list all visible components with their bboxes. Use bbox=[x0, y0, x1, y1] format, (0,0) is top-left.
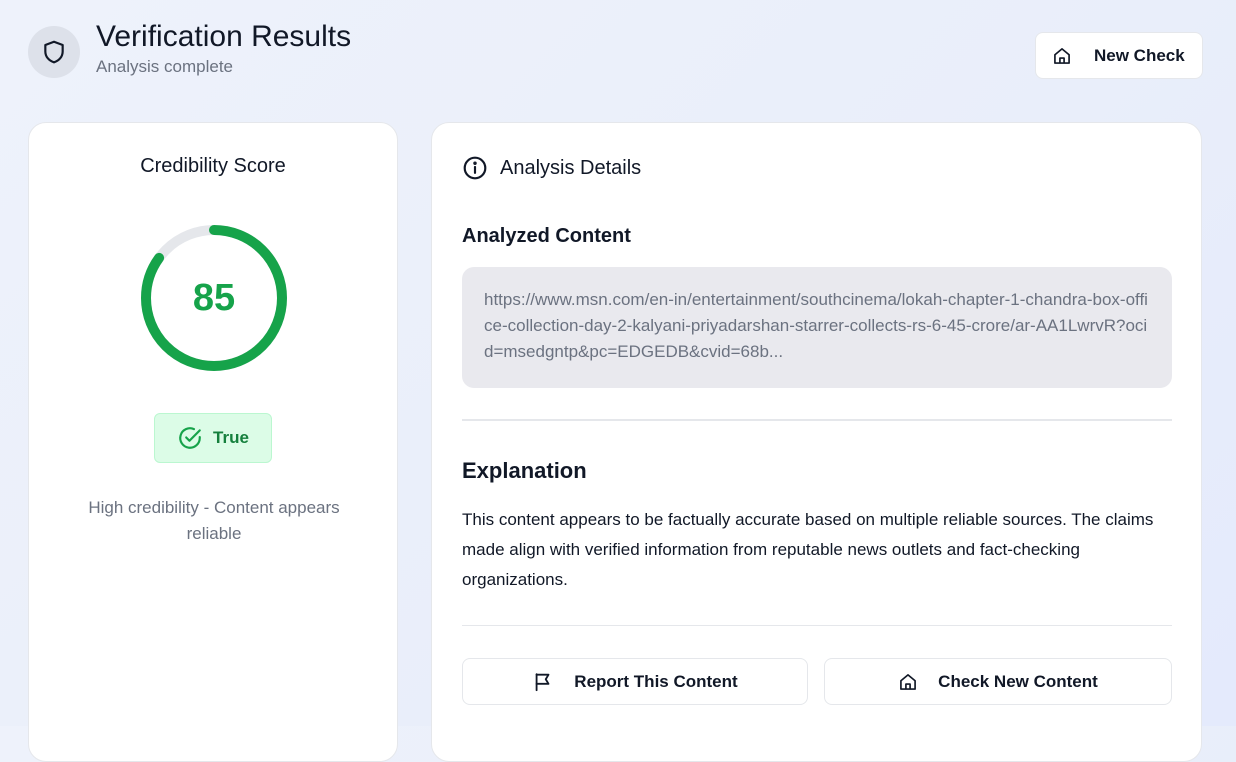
section-divider bbox=[462, 419, 1172, 421]
check-new-content-label: Check New Content bbox=[938, 671, 1098, 691]
analysis-details-card: Analysis Details Analyzed Content https:… bbox=[431, 122, 1202, 762]
score-card-title: Credibility Score bbox=[140, 155, 286, 177]
new-check-label: New Check bbox=[1094, 45, 1185, 65]
verdict-label: True bbox=[213, 428, 249, 447]
details-header: Analysis Details bbox=[462, 155, 641, 181]
shield-icon bbox=[44, 40, 64, 64]
home-icon bbox=[900, 673, 917, 690]
report-content-label: Report This Content bbox=[574, 671, 738, 691]
credibility-score-card: Credibility Score 85 True High credibili… bbox=[28, 122, 398, 762]
flag-icon bbox=[535, 672, 550, 691]
page-header: Verification Results Analysis complete bbox=[28, 20, 351, 78]
home-icon bbox=[1054, 47, 1070, 64]
verdict-badge: True bbox=[154, 413, 272, 463]
check-new-content-button[interactable]: Check New Content bbox=[824, 658, 1172, 705]
explanation-text: This content appears to be factually acc… bbox=[462, 510, 1154, 589]
details-header-label: Analysis Details bbox=[500, 156, 642, 179]
analyzed-content-box: https://www.msn.com/en-in/entertainment/… bbox=[462, 267, 1172, 388]
page-title: Verification Results bbox=[96, 20, 352, 53]
score-description: High credibility - Content appears relia… bbox=[88, 498, 340, 543]
analyzed-content-heading: Analyzed Content bbox=[462, 225, 631, 247]
section-divider bbox=[462, 625, 1172, 626]
page-subtitle: Analysis complete bbox=[96, 57, 234, 76]
new-check-button[interactable]: New Check bbox=[1035, 32, 1203, 79]
check-circle-icon bbox=[179, 427, 201, 449]
report-content-button[interactable]: Report This Content bbox=[462, 658, 808, 705]
shield-badge bbox=[28, 26, 80, 78]
explanation-heading: Explanation bbox=[462, 458, 587, 483]
header-text: Verification Results Analysis complete bbox=[96, 20, 351, 77]
info-icon bbox=[463, 156, 487, 180]
score-value: 85 bbox=[192, 276, 236, 319]
